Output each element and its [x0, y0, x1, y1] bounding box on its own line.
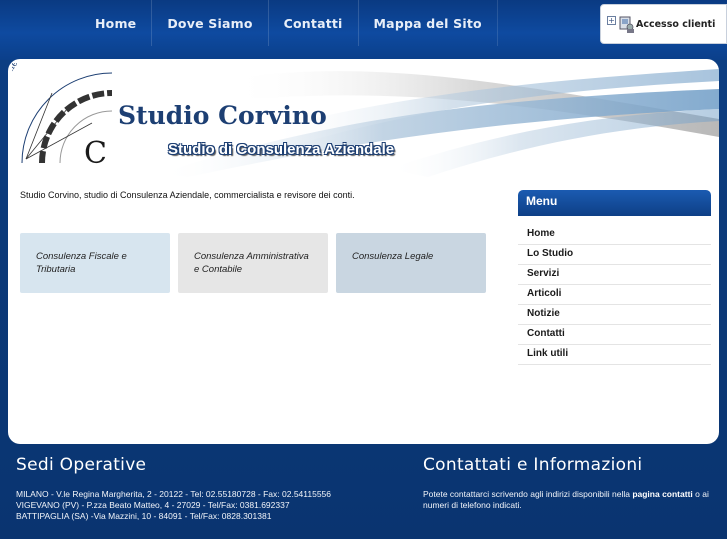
logo-arc-text: Studio Consulenza Aziendale — [12, 63, 57, 121]
office-address: VIGEVANO (PV) - P.zza Beato Matteo, 4 - … — [16, 500, 290, 510]
logo-letter: C — [84, 136, 107, 171]
service-amministrativa[interactable]: Consulenza Amministrativa e Contabile — [178, 233, 328, 293]
contacts-title: Contattati e Informazioni — [423, 455, 643, 475]
client-access-label: Accesso clienti — [636, 18, 716, 30]
contacts-text-pre: Potete contattarci scrivendo agli indiri… — [423, 489, 633, 499]
menu-item-contatti[interactable]: Contatti — [518, 325, 711, 345]
menu-item-notizie[interactable]: Notizie — [518, 305, 711, 325]
site-subtitle: Studio di Consulenza Aziendale — [168, 141, 395, 158]
site-header: Studio Consulenza Aziendale C Studio Cor… — [8, 59, 719, 177]
content-panel: Studio Consulenza Aziendale C Studio Cor… — [8, 59, 719, 444]
side-menu: Home Lo Studio Servizi Articoli Notizie … — [518, 225, 711, 365]
menu-item-link-utili[interactable]: Link utili — [518, 345, 711, 365]
office-address: BATTIPAGLIA (SA) -Via Mazzini, 10 - 8409… — [16, 511, 272, 521]
main-nav: Home Dove Siamo Contatti Mappa del Sito — [80, 0, 498, 46]
nav-mappa-sito[interactable]: Mappa del Sito — [359, 0, 498, 46]
menu-item-servizi[interactable]: Servizi — [518, 265, 711, 285]
client-access-button[interactable]: + Accesso clienti — [600, 4, 727, 44]
menu-item-lo-studio[interactable]: Lo Studio — [518, 245, 711, 265]
contacts-text: Potete contattarci scrivendo agli indiri… — [423, 489, 713, 511]
service-legale[interactable]: Consulenza Legale — [336, 233, 486, 293]
footer-offices: Sedi Operative MILANO - V.le Regina Marg… — [16, 455, 416, 522]
nav-dove-siamo[interactable]: Dove Siamo — [152, 0, 269, 46]
expand-icon[interactable]: + — [607, 15, 616, 25]
top-bar: Home Dove Siamo Contatti Mappa del Sito … — [0, 0, 727, 60]
offices-title: Sedi Operative — [16, 455, 147, 475]
menu-header: Menu — [518, 190, 711, 216]
intro-text: Studio Corvino, studio di Consulenza Azi… — [20, 190, 355, 200]
bottom-border — [0, 539, 727, 545]
nav-home[interactable]: Home — [80, 0, 153, 46]
service-fiscale[interactable]: Consulenza Fiscale e Tributaria — [20, 233, 170, 293]
nav-contatti[interactable]: Contatti — [269, 0, 359, 46]
menu-item-articoli[interactable]: Articoli — [518, 285, 711, 305]
contacts-page-link[interactable]: pagina contatti — [632, 489, 692, 499]
computer-user-icon — [619, 16, 634, 33]
site-title: Studio Corvino — [118, 101, 327, 130]
company-logo: Studio Consulenza Aziendale C — [12, 63, 113, 171]
office-address: MILANO - V.le Regina Margherita, 2 - 201… — [16, 489, 332, 499]
menu-item-home[interactable]: Home — [518, 225, 711, 245]
footer-contacts: Contattati e Informazioni Potete contatt… — [423, 455, 713, 511]
